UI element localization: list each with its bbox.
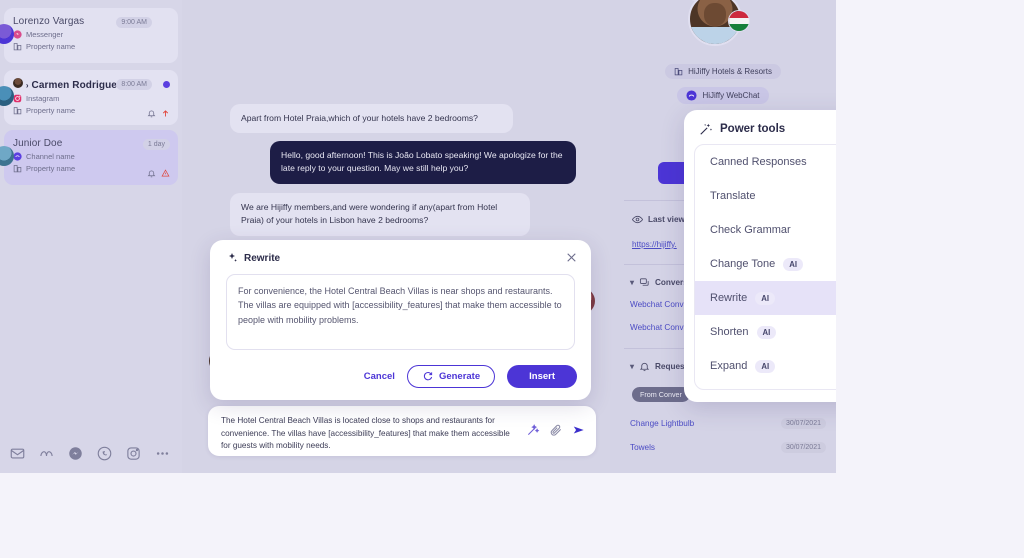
conversation-channel: Messenger xyxy=(13,30,169,39)
insert-button[interactable]: Insert xyxy=(507,365,577,388)
participant-avatar-icon xyxy=(13,78,23,88)
magic-wand-icon xyxy=(700,123,713,135)
webchat-icon xyxy=(686,90,698,101)
close-icon[interactable] xyxy=(565,251,578,264)
request-title[interactable]: Towels xyxy=(630,443,655,452)
app-window: Lorenzo Vargas Messenger Property name 9… xyxy=(0,0,836,473)
message-composer[interactable]: The Hotel Central Beach Villas is locate… xyxy=(208,406,596,456)
power-tools-header: Power tools xyxy=(699,122,785,136)
power-tools-title: Power tools xyxy=(720,123,786,135)
bell-icon xyxy=(639,362,650,372)
menu-item-rewrite[interactable]: Rewrite AI xyxy=(695,281,836,315)
refresh-icon xyxy=(423,372,433,381)
conversation-time: 9:00 AM xyxy=(116,17,152,28)
avatar xyxy=(0,24,14,44)
conversation-channel: Channel name xyxy=(13,152,169,161)
rewrite-dialog-title: Rewrite xyxy=(244,252,281,264)
eye-icon xyxy=(632,215,643,224)
ai-badge: AI xyxy=(783,257,804,271)
arrow-up-icon[interactable] xyxy=(161,109,170,118)
email-icon[interactable] xyxy=(10,446,25,461)
conversation-link[interactable]: Webchat Conv xyxy=(630,300,684,309)
instagram-icon[interactable] xyxy=(126,446,141,461)
request-date: 30/07/2021 xyxy=(780,418,826,429)
organization-row: HiJiffy Hotels & Resorts xyxy=(624,64,822,79)
conversation-link[interactable]: Webchat Conv xyxy=(630,323,684,332)
chevron-down-icon: ▾ xyxy=(630,278,635,287)
contact-avatar-wrap xyxy=(688,0,750,48)
ai-badge: AI xyxy=(756,325,777,339)
message-bubble: Hello, good afternoon! This is João Loba… xyxy=(270,141,576,184)
chevron-down-icon: ▾ xyxy=(630,362,635,371)
conversation-item-junior[interactable]: Junior Doe Channel name Property name 1 … xyxy=(0,130,178,185)
country-flag-icon xyxy=(728,10,750,32)
menu-item-expand[interactable]: Expand AI xyxy=(695,349,836,383)
avatar xyxy=(0,146,14,166)
conversation-property: Property name xyxy=(13,42,169,51)
ai-badge: AI xyxy=(755,359,776,373)
sparkle-icon xyxy=(229,253,237,262)
alert-icon[interactable] xyxy=(161,169,170,178)
whatsapp-icon[interactable] xyxy=(97,446,112,461)
bell-icon[interactable] xyxy=(147,169,156,178)
rewrite-dialog-header: Rewrite xyxy=(226,252,280,264)
message-bubble: Apart from Hotel Praia,which of your hot… xyxy=(230,104,513,134)
instagram-icon xyxy=(13,94,22,103)
composer-input[interactable]: The Hotel Central Beach Villas is locate… xyxy=(221,415,521,453)
power-tools-popover: Power tools Canned Responses Translate ›… xyxy=(684,110,836,402)
rewrite-text-area[interactable]: For convenience, the Hotel Central Beach… xyxy=(226,274,575,350)
building-icon xyxy=(13,107,22,115)
send-icon[interactable] xyxy=(572,423,586,437)
cancel-button[interactable]: Cancel xyxy=(364,371,395,382)
request-date: 30/07/2021 xyxy=(780,442,826,453)
building-icon xyxy=(13,165,22,173)
messenger-icon xyxy=(13,30,22,39)
menu-item-translate[interactable]: Translate › xyxy=(695,179,836,213)
requests-source-tag: From Conver xyxy=(632,387,690,402)
menu-item-shorten[interactable]: Shorten AI xyxy=(695,315,836,349)
rewrite-dialog-actions: Cancel Generate Insert xyxy=(364,365,577,388)
conversation-channel: Instagram xyxy=(13,94,169,103)
menu-item-check-grammar[interactable]: Check Grammar xyxy=(695,213,836,247)
contact-link[interactable]: https://hijiffy. xyxy=(632,240,677,249)
conversation-item-carmen[interactable]: › Carmen Rodrigues Instagram Property na… xyxy=(0,70,178,125)
avatar-face xyxy=(704,3,726,26)
building-icon xyxy=(674,68,683,76)
conversation-list: Lorenzo Vargas Messenger Property name 9… xyxy=(0,0,182,473)
power-tools-menu: Canned Responses Translate › Check Gramm… xyxy=(694,144,836,390)
more-icon[interactable] xyxy=(155,446,170,461)
message-bubble: We are Hijiffy members,and were wonderin… xyxy=(230,193,530,236)
generate-button[interactable]: Generate xyxy=(406,365,496,388)
conversation-time: 1 day xyxy=(142,139,170,150)
avatar xyxy=(0,86,14,106)
conversation-badges xyxy=(147,109,170,118)
message-thread: Apart from Hotel Praia,which of your hot… xyxy=(182,0,610,473)
requests-section-label[interactable]: ▾ Requests xyxy=(630,361,692,372)
channel-icon xyxy=(13,152,22,161)
conversations-icon xyxy=(639,278,649,286)
channel-filter-bar xyxy=(0,433,182,473)
conversation-property: Property name xyxy=(13,164,169,173)
conversation-time: 8:00 AM xyxy=(116,79,152,90)
power-tools-icon[interactable] xyxy=(526,423,540,437)
menu-item-change-tone[interactable]: Change Tone AI › xyxy=(695,247,836,281)
messenger-icon[interactable] xyxy=(68,446,83,461)
conversation-property: Property name xyxy=(13,106,169,115)
hijiffy-loop-icon[interactable] xyxy=(39,446,54,461)
attachment-icon[interactable] xyxy=(549,423,563,437)
unread-indicator xyxy=(163,81,170,88)
channel-pill[interactable]: HiJiffy WebChat xyxy=(677,87,769,104)
ai-badge: AI xyxy=(755,291,776,305)
rewrite-dialog: Rewrite For convenience, the Hotel Centr… xyxy=(210,240,591,400)
organization-pill[interactable]: HiJiffy Hotels & Resorts xyxy=(665,64,781,79)
menu-item-canned-responses[interactable]: Canned Responses xyxy=(695,145,836,179)
composer-toolbar xyxy=(526,423,586,437)
conversation-item-lorenzo[interactable]: Lorenzo Vargas Messenger Property name 9… xyxy=(0,8,178,63)
request-title[interactable]: Change Lightbulb xyxy=(630,419,694,428)
channel-row: HiJiffy WebChat xyxy=(624,87,822,104)
chevron-right-icon: › xyxy=(25,81,29,90)
building-icon xyxy=(13,43,22,51)
bell-icon[interactable] xyxy=(147,109,156,118)
conversation-badges xyxy=(147,169,170,178)
